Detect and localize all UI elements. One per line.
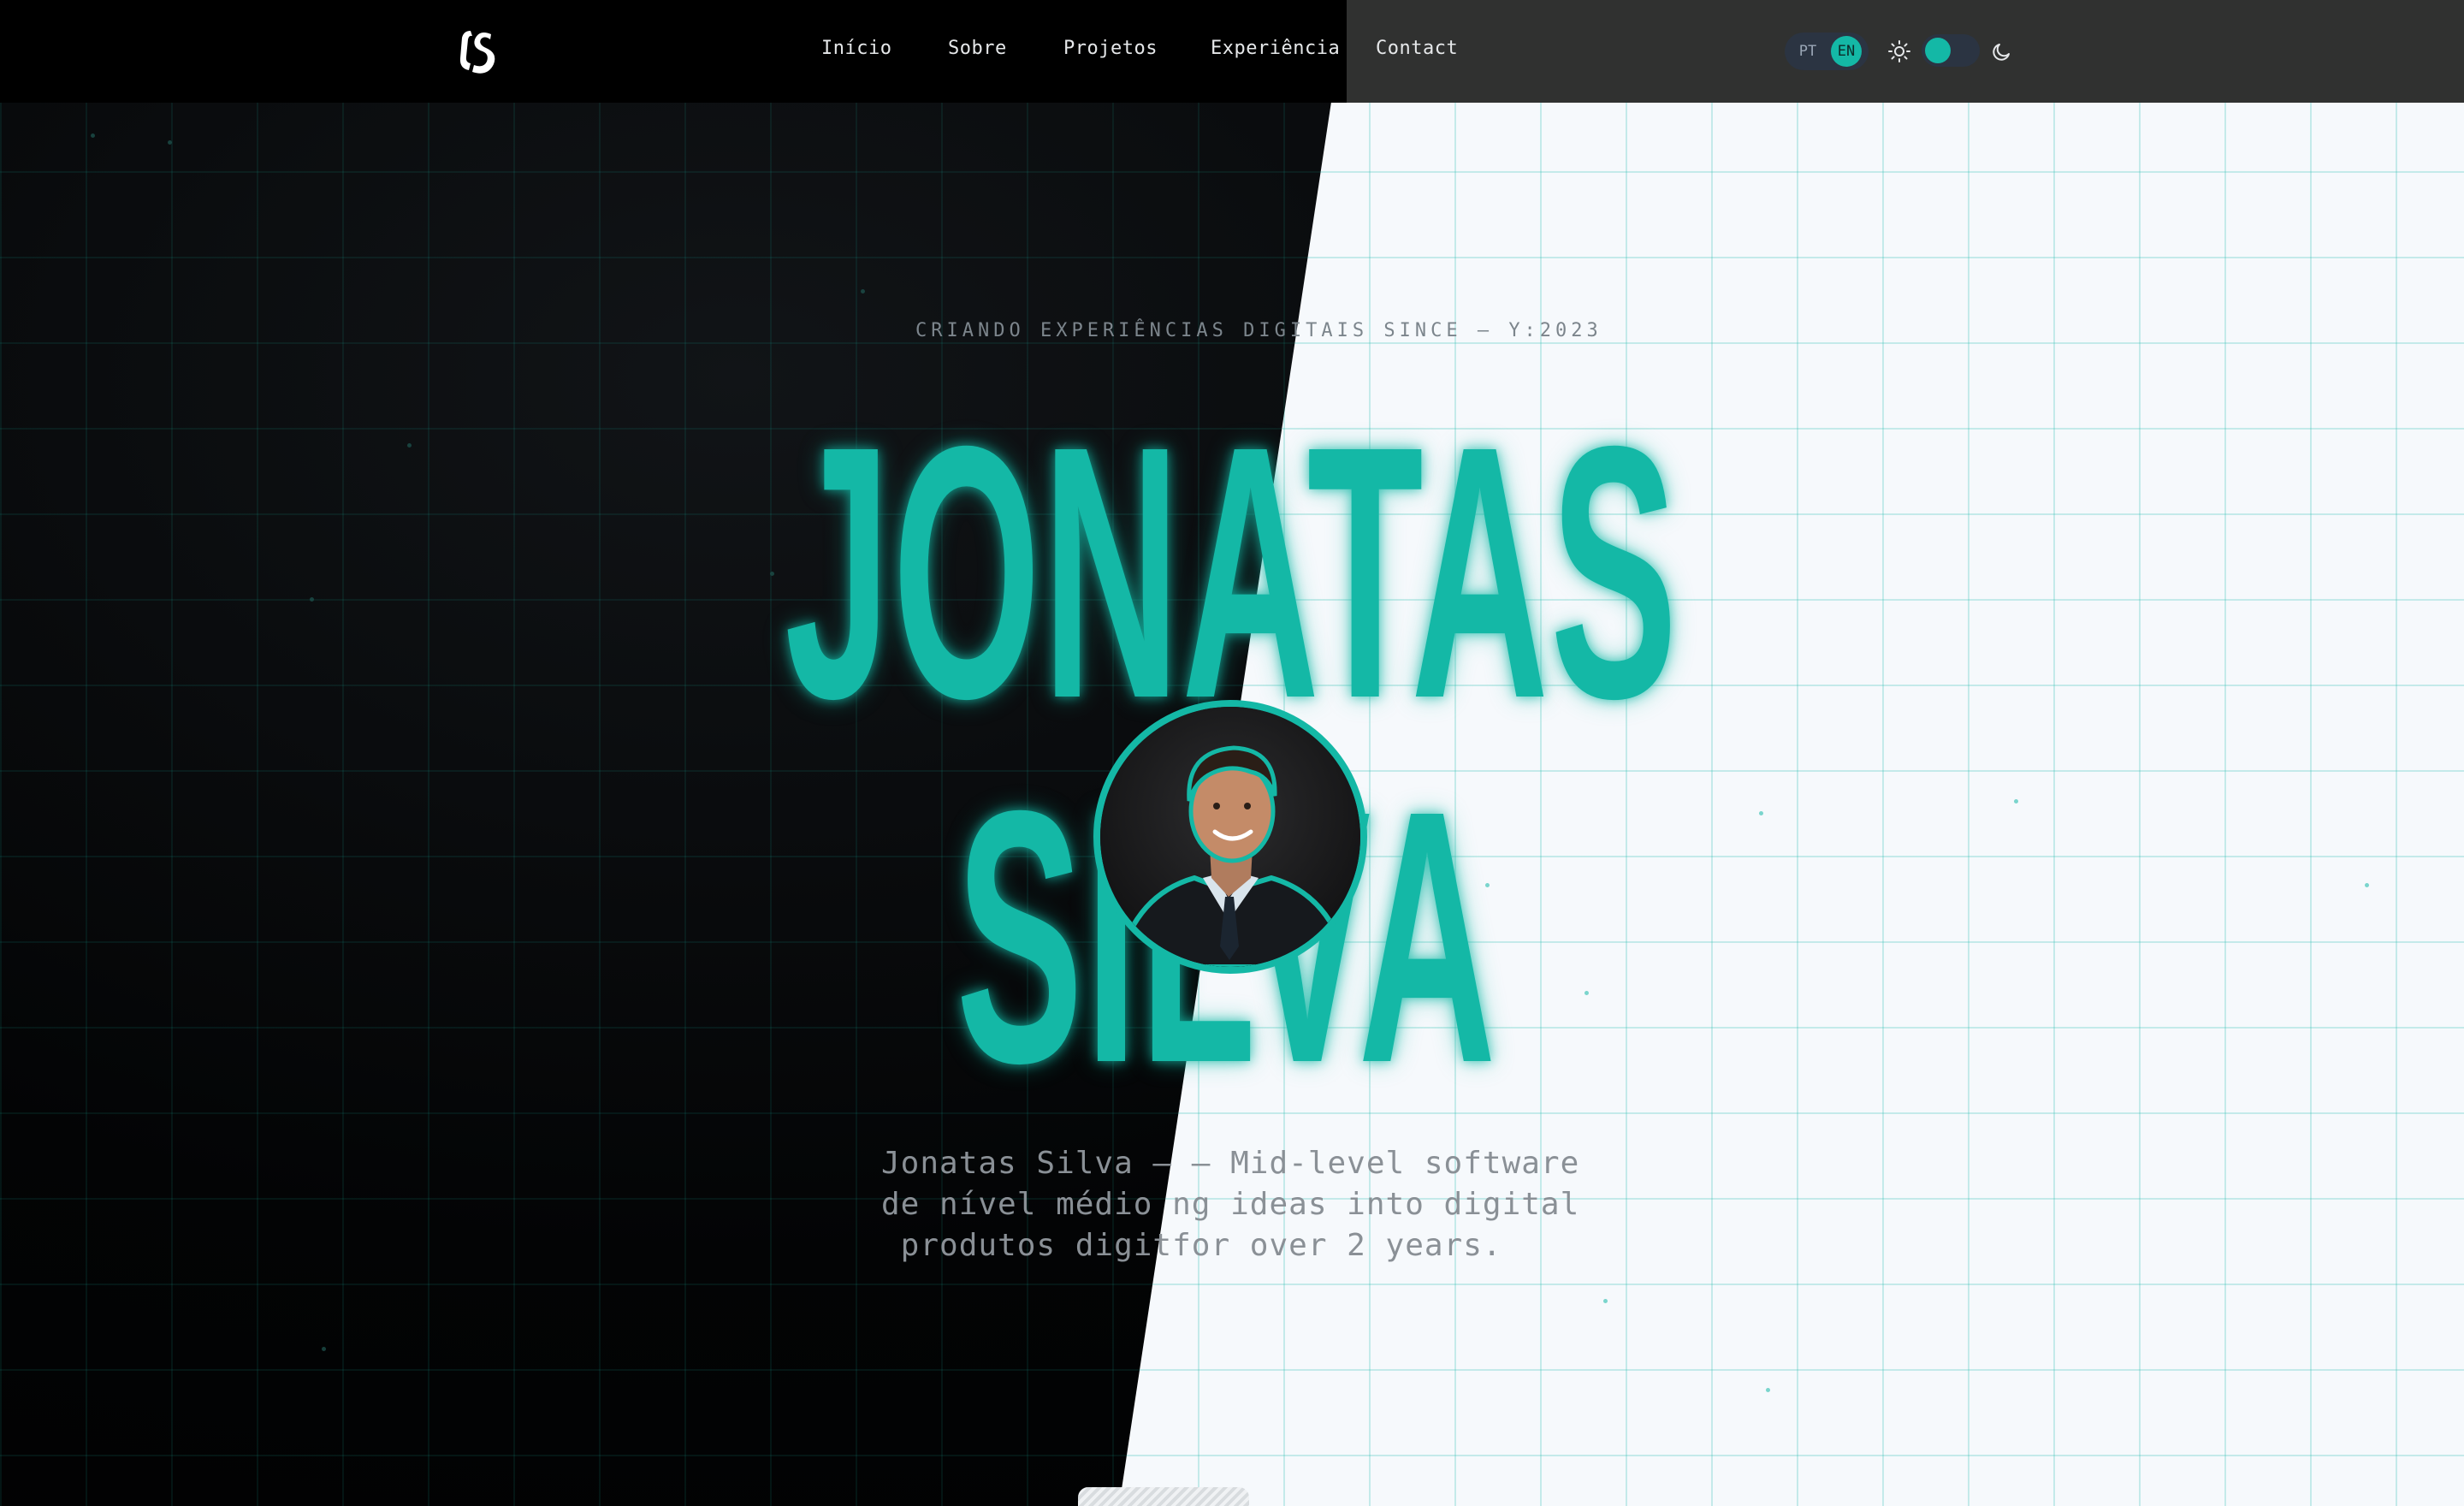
particle <box>861 289 865 293</box>
hero-tagline: CRIANDO EXPERIÊNCIAS DIGITAIS SINCE — Y:… <box>915 320 1602 341</box>
avatar-portrait <box>1100 707 1360 967</box>
hero-description: Jonatas Silva — — Mid-level software de … <box>881 1143 1617 1266</box>
theme-toggle[interactable] <box>1922 34 1980 67</box>
lang-option-en[interactable]: EN <box>1831 36 1862 67</box>
hero-name-first: JONATAS <box>785 372 1679 774</box>
lang-option-pt[interactable]: PT <box>1795 41 1821 62</box>
nav-link-projetos[interactable]: Projetos <box>1063 38 1158 59</box>
logo-icon[interactable] <box>452 24 505 77</box>
nav-link-experiencia[interactable]: Experiência <box>1211 38 1340 59</box>
particle <box>322 1347 326 1351</box>
hero-description-line: Jonatas Silva — — Mid-level software <box>881 1146 1580 1181</box>
particle <box>2365 883 2369 887</box>
language-switcher[interactable]: PT EN <box>1785 33 1869 70</box>
particle <box>1603 1299 1608 1303</box>
moon-icon[interactable] <box>1990 39 2014 63</box>
nav-link-sobre[interactable]: Sobre <box>948 38 1007 59</box>
particle <box>1766 1388 1770 1392</box>
particle <box>407 443 412 448</box>
scroll-indicator[interactable] <box>1078 1487 1249 1506</box>
particle <box>168 140 172 145</box>
top-navbar: Início Sobre Projetos Experiência Contac… <box>0 0 2464 103</box>
particle <box>2014 799 2018 803</box>
particle <box>91 133 95 138</box>
particle <box>310 597 314 602</box>
theme-toggle-knob <box>1925 38 1951 63</box>
hero-description-line: de nível médio ng ideas into digital <box>881 1187 1580 1222</box>
sun-icon[interactable] <box>1887 39 1911 63</box>
nav-link-inicio[interactable]: Início <box>821 38 891 59</box>
hero-description-line: produtos digitfor over 2 years. <box>881 1228 1502 1263</box>
nav-link-contact[interactable]: Contact <box>1376 38 1458 59</box>
profile-avatar <box>1093 700 1367 974</box>
